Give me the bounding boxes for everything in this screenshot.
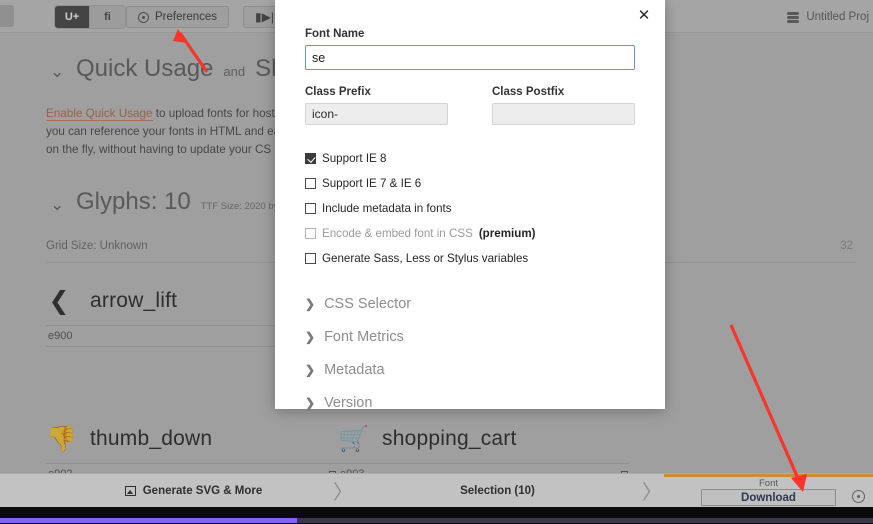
gear-icon[interactable] xyxy=(852,490,865,503)
checkbox-icon[interactable] xyxy=(305,228,316,239)
preferences-modal: ✕ Font Name Class Prefix Class Postfix S… xyxy=(275,0,665,411)
options-checkbox-list: Support IE 8 Support IE 7 & IE 6 Include… xyxy=(305,146,635,271)
class-postfix-label: Class Postfix xyxy=(492,86,565,98)
accordion-version[interactable]: ❯ Version xyxy=(305,386,635,419)
progress-bar xyxy=(0,518,297,523)
checkbox-icon[interactable] xyxy=(305,253,316,264)
chevron-right-icon: ❯ xyxy=(305,395,316,410)
checkbox-icon[interactable] xyxy=(305,178,316,189)
accordion-label: Metadata xyxy=(324,361,385,378)
font-name-input[interactable] xyxy=(305,45,635,70)
checkbox-label: Encode & embed font in CSS xyxy=(322,227,473,240)
selection-button[interactable]: Selection (10) xyxy=(355,474,640,507)
font-name-label: Font Name xyxy=(305,28,365,40)
checkbox-icon[interactable] xyxy=(305,153,316,164)
checkbox-label: Include metadata in fonts xyxy=(322,202,452,215)
image-icon xyxy=(124,485,136,496)
bottom-toolbar: Generate SVG & More 〉 Selection (10) 〉 F… xyxy=(0,473,873,507)
breadcrumb-separator-1: 〉 xyxy=(333,482,353,504)
accordion-label: CSS Selector xyxy=(324,295,412,312)
font-download-panel: Font Download xyxy=(664,474,873,507)
accordion-list: ❯ CSS Selector ❯ Font Metrics ❯ Metadata… xyxy=(305,287,635,419)
accordion-metadata[interactable]: ❯ Metadata xyxy=(305,353,635,386)
breadcrumb-separator-2: 〉 xyxy=(642,482,662,504)
class-prefix-input[interactable] xyxy=(305,103,448,125)
app-window: ⌄ Quick Usage and Shari Enable Quick Usa… xyxy=(0,0,873,524)
os-status-bar xyxy=(0,507,873,524)
checkbox-icon[interactable] xyxy=(305,203,316,214)
premium-badge: (premium) xyxy=(478,227,536,240)
accordion-label: Version xyxy=(324,394,373,411)
chevron-right-icon: ❯ xyxy=(305,362,316,377)
generate-svg-button[interactable]: Generate SVG & More xyxy=(56,474,331,507)
download-button[interactable]: Download xyxy=(701,489,836,506)
class-prefix-label: Class Prefix xyxy=(305,86,371,98)
class-prefix-group: Class Prefix xyxy=(305,86,448,125)
accordion-label: Font Metrics xyxy=(324,328,404,345)
generate-svg-label: Generate SVG & More xyxy=(142,484,263,497)
bottom-left-pad xyxy=(0,474,56,507)
selection-label: Selection (10) xyxy=(460,484,535,497)
close-icon[interactable]: ✕ xyxy=(635,6,653,24)
chevron-right-icon: ❯ xyxy=(305,296,316,311)
accordion-font-metrics[interactable]: ❯ Font Metrics xyxy=(305,320,635,353)
checkbox-label: Support IE 7 & IE 6 xyxy=(322,177,422,190)
checkbox-label: Generate Sass, Less or Stylus variables xyxy=(322,252,529,265)
checkbox-row-include-metadata[interactable]: Include metadata in fonts xyxy=(305,196,635,221)
download-caption: Font xyxy=(758,478,778,489)
class-fields-row: Class Prefix Class Postfix xyxy=(305,86,635,125)
class-postfix-input[interactable] xyxy=(492,103,635,125)
checkbox-row-support-ie8[interactable]: Support IE 8 xyxy=(305,146,635,171)
modal-body: Font Name Class Prefix Class Postfix Sup… xyxy=(275,0,665,419)
accordion-css-selector[interactable]: ❯ CSS Selector xyxy=(305,287,635,320)
checkbox-label: Support IE 8 xyxy=(322,152,387,165)
checkbox-row-support-ie7-ie6[interactable]: Support IE 7 & IE 6 xyxy=(305,171,635,196)
class-postfix-group: Class Postfix xyxy=(492,86,635,125)
checkbox-row-generate-sass[interactable]: Generate Sass, Less or Stylus variables xyxy=(305,246,635,271)
checkbox-row-encode-embed-font[interactable]: Encode & embed font in CSS (premium) xyxy=(305,221,635,246)
chevron-right-icon: ❯ xyxy=(305,329,316,344)
